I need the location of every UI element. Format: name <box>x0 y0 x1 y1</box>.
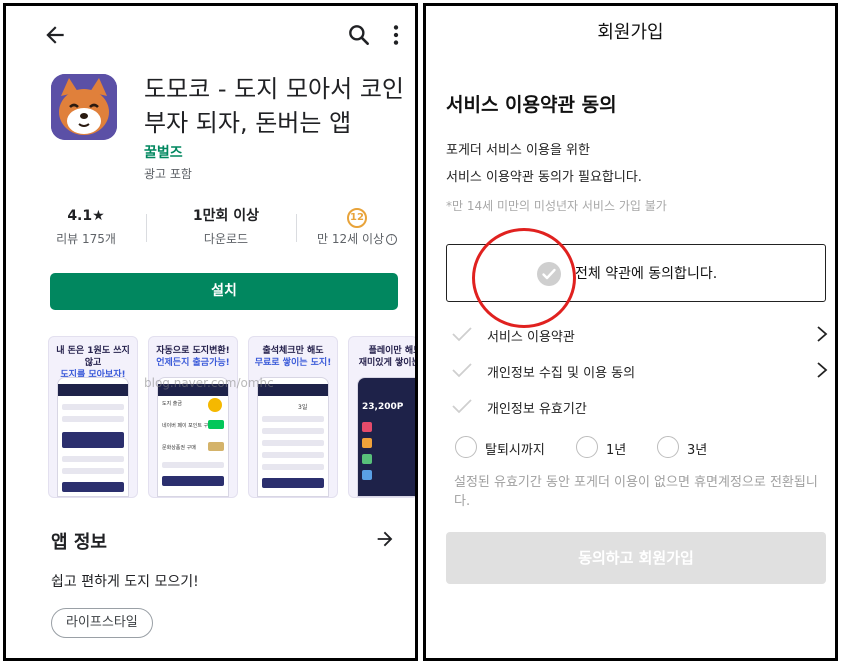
screenshot-2[interactable]: 자동으로 도지변환! 언제든지 출금가능! 도지 출금 네이버 페이 포인트 구매… <box>148 336 238 498</box>
stats-row: 4.1★ 리뷰 175개 1만회 이상 다운로드 12 만 12세 이상 i <box>46 206 406 252</box>
term-label: 서비스 이용약관 <box>487 330 575 345</box>
screenshot-caption: 재미있게 쌓이는 도 <box>358 358 418 368</box>
shiba-logo-icon <box>51 74 117 140</box>
age-rating-stat[interactable]: 12 만 12세 이상 i <box>308 206 406 247</box>
chevron-right-icon[interactable] <box>815 361 829 379</box>
screenshot-4[interactable]: 플레이만 해도재미있게 쌓이는 도 23,200P <box>348 336 418 498</box>
category-chip[interactable]: 라이프스타일 <box>51 608 153 638</box>
phone-mockup: 3일 <box>257 377 329 497</box>
term-item-privacy[interactable]: 개인정보 수집 및 이용 동의 <box>451 360 831 384</box>
check-icon <box>452 399 472 414</box>
downloads-value: 1만회 이상 <box>192 208 260 224</box>
check-icon <box>452 327 472 342</box>
terms-description: 포게더 서비스 이용을 위한 <box>446 143 590 158</box>
terms-heading: 서비스 이용약관 동의 <box>446 94 617 116</box>
agree-all-label: 전체 약관에 동의합니다. <box>575 266 718 282</box>
radio-label: 탈퇴시까지 <box>485 443 545 458</box>
arrow-right-icon[interactable] <box>374 528 396 550</box>
radio-label: 1년 <box>606 443 627 458</box>
downloads-stat: 1만회 이상 다운로드 <box>176 206 276 247</box>
highlight-circle <box>472 228 576 328</box>
review-count: 리뷰 175개 <box>56 232 116 246</box>
screen-text: 3일 <box>298 404 308 411</box>
app-title: 도모코 - 도지 모아서 코인 부자 되자, 돈버는 앱 <box>144 75 404 137</box>
rating-value: 4.1★ <box>67 208 105 224</box>
page-title: 회원가입 <box>597 22 664 43</box>
term-label: 개인정보 유효기간 <box>487 402 587 417</box>
screenshot-caption: 자동으로 도지변환! <box>156 346 230 356</box>
app-info-title: 앱 정보 <box>51 532 107 553</box>
info-icon: i <box>386 234 398 245</box>
screenshot-caption: 출석체크만 해도 <box>262 346 324 356</box>
back-arrow-icon[interactable] <box>42 22 68 48</box>
screen-text: 23,200P <box>362 402 404 412</box>
rating-stat[interactable]: 4.1★ 리뷰 175개 <box>46 206 126 247</box>
playstore-panel: 도모코 - 도지 모아서 코인 부자 되자, 돈버는 앱 꿀벌즈 광고 포함 4… <box>3 3 418 661</box>
coin-icon <box>208 398 222 412</box>
screenshot-caption: 언제든지 출금가능! <box>156 358 230 368</box>
ad-note: 광고 포함 <box>144 167 192 181</box>
screenshot-1[interactable]: 내 돈은 1원도 쓰지않고 도지를 모아보자! <box>48 336 138 498</box>
developer-link[interactable]: 꿀벌즈 <box>144 142 183 162</box>
age-rating-badge: 12 <box>347 208 367 228</box>
age-rating-label: 만 12세 이상 <box>316 232 385 246</box>
phone-mockup: 23,200P <box>357 377 415 497</box>
screen-text: 네이버 페이 포인트 구매 <box>162 423 213 429</box>
age-restriction-note: *만 14세 미만의 미성년자 서비스 가입 불가 <box>446 199 667 213</box>
screenshot-caption: 무료로 쌓이는 도지! <box>254 358 332 368</box>
screen-text: 도지 출금 <box>162 401 182 407</box>
term-item-retention[interactable]: 개인정보 유효기간 <box>451 396 831 420</box>
screenshot-caption: 플레이만 해도 <box>368 346 418 356</box>
term-label: 개인정보 수집 및 이용 동의 <box>487 366 636 381</box>
downloads-label: 다운로드 <box>203 232 249 246</box>
signup-panel: 회원가입 서비스 이용약관 동의 포게더 서비스 이용을 위한 서비스 이용약관… <box>423 3 838 661</box>
more-vert-icon[interactable] <box>389 22 403 48</box>
search-icon[interactable] <box>346 22 372 48</box>
radio-label: 3년 <box>687 443 708 458</box>
screenshot-caption: 내 돈은 1원도 쓰지않고 <box>56 346 130 368</box>
divider <box>146 214 147 242</box>
agree-and-signup-button[interactable]: 동의하고 회원가입 <box>446 532 826 584</box>
dormant-account-note: 설정된 유효기간 동안 포게더 이용이 없으면 휴면계정으로 전환됩니다. <box>454 475 818 509</box>
phone-mockup <box>57 377 129 497</box>
screenshot-3[interactable]: 출석체크만 해도무료로 쌓이는 도지! 3일 <box>248 336 338 498</box>
watermark-text: blog.naver.com/omhc <box>144 376 274 390</box>
check-icon <box>452 363 472 378</box>
phone-mockup: 도지 출금 네이버 페이 포인트 구매 문화상품권 구매 <box>157 377 229 497</box>
retention-radio-group: 탈퇴시까지 1년 3년 <box>451 436 831 462</box>
terms-description: 서비스 이용약관 동의가 필요합니다. <box>446 170 642 185</box>
screen-text: 문화상품권 구매 <box>162 445 196 451</box>
divider <box>296 214 297 242</box>
term-item-service[interactable]: 서비스 이용약관 <box>451 324 831 348</box>
install-button[interactable]: 설치 <box>50 273 398 310</box>
app-info-description: 쉽고 편하게 도지 모으기! <box>51 574 199 590</box>
chevron-right-icon[interactable] <box>815 325 829 343</box>
app-icon <box>51 74 117 140</box>
